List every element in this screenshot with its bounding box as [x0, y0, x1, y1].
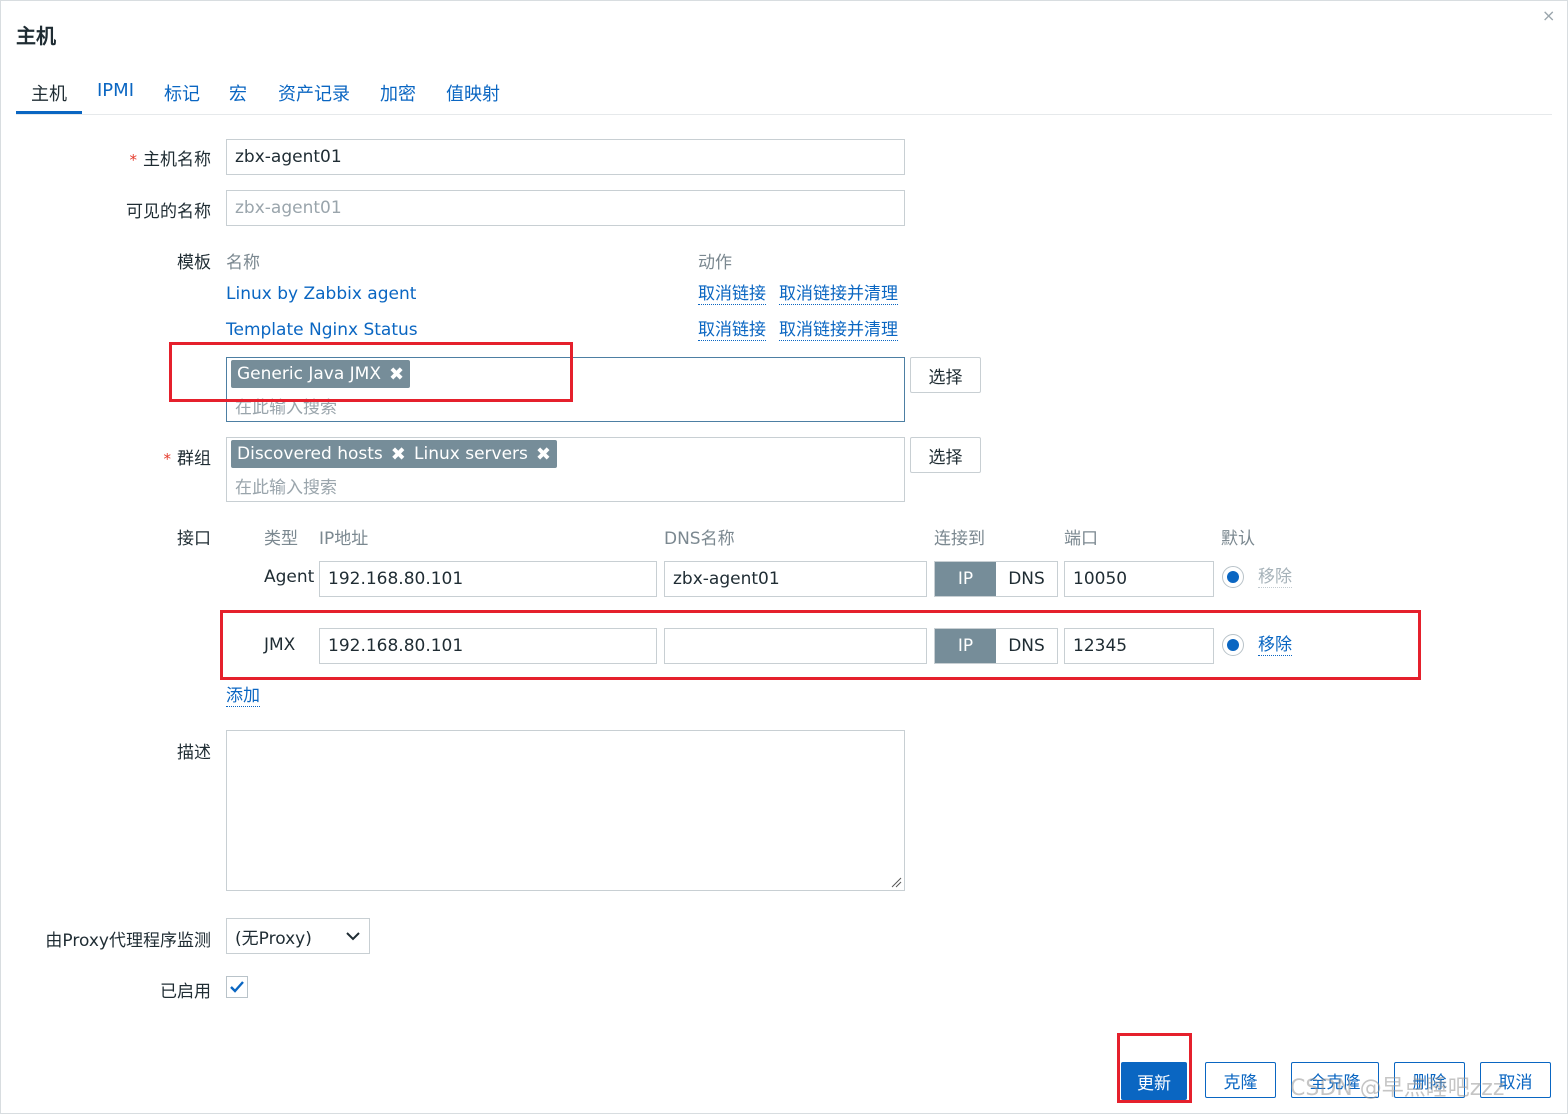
- close-icon[interactable]: ×: [1542, 6, 1555, 25]
- radio-dot: [1227, 571, 1239, 583]
- tab-host[interactable]: 主机: [31, 80, 67, 106]
- iface-default-radio[interactable]: [1222, 566, 1244, 588]
- group-chip: Linux servers ✖: [408, 440, 557, 468]
- interfaces-label: 接口: [177, 529, 211, 549]
- iface-col-default: 默认: [1221, 529, 1255, 549]
- templates-col-name: 名称: [226, 253, 260, 273]
- check-icon: [230, 981, 244, 993]
- watermark: CSDN @早点睡吧zzz: [1290, 1076, 1505, 1101]
- remove-chip-icon[interactable]: ✖: [536, 444, 551, 465]
- unlink-link[interactable]: 取消链接: [698, 284, 766, 305]
- unlink-clear-link[interactable]: 取消链接并清理: [779, 284, 898, 305]
- required-marker: *: [163, 450, 172, 468]
- description-label: 描述: [177, 743, 211, 763]
- enabled-label: 已启用: [160, 982, 211, 1002]
- highlight-box: [169, 342, 573, 402]
- chevron-down-icon: [346, 932, 360, 941]
- highlight-box: [1117, 1033, 1192, 1103]
- remove-chip-icon[interactable]: ✖: [391, 444, 406, 465]
- template-link-nginx[interactable]: Template Nginx Status: [226, 320, 418, 340]
- group-chip: Discovered hosts ✖: [231, 440, 412, 468]
- host-name-label: * 主机名称: [129, 150, 212, 170]
- description-textarea[interactable]: [226, 730, 905, 891]
- iface-dns-input[interactable]: zbx-agent01: [664, 561, 927, 597]
- unlink-link[interactable]: 取消链接: [698, 320, 766, 341]
- highlight-box: [220, 610, 1421, 680]
- tab-tags[interactable]: 标记: [164, 80, 200, 106]
- tab-inventory[interactable]: 资产记录: [278, 80, 350, 106]
- iface-remove-link: 移除: [1258, 567, 1292, 588]
- tab-ipmi[interactable]: IPMI: [97, 80, 134, 101]
- connect-dns-button[interactable]: DNS: [996, 562, 1057, 596]
- groups-multiselect[interactable]: Discovered hosts ✖ Linux servers ✖ 在此输入搜…: [226, 437, 905, 502]
- clone-button[interactable]: 克隆: [1205, 1062, 1276, 1098]
- iface-ip-input[interactable]: 192.168.80.101: [319, 561, 657, 597]
- iface-type-agent: Agent: [264, 567, 315, 587]
- iface-col-type: 类型: [264, 529, 298, 549]
- iface-col-connect: 连接到: [934, 529, 985, 549]
- tab-value-mapping[interactable]: 值映射: [446, 80, 500, 106]
- enabled-checkbox[interactable]: [226, 976, 248, 998]
- connect-ip-button[interactable]: IP: [935, 562, 996, 596]
- visible-name-input[interactable]: zbx-agent01: [226, 190, 905, 226]
- iface-col-port: 端口: [1064, 529, 1098, 549]
- dialog-title: 主机: [16, 24, 56, 48]
- add-interface-link[interactable]: 添加: [226, 686, 260, 707]
- group-select-button[interactable]: 选择: [910, 437, 981, 473]
- iface-col-ip: IP地址: [319, 529, 369, 549]
- tab-macros[interactable]: 宏: [229, 80, 247, 106]
- templates-col-action: 动作: [698, 253, 732, 273]
- tab-encryption[interactable]: 加密: [380, 80, 416, 106]
- tabs-divider: [16, 114, 1552, 115]
- group-search-input[interactable]: 在此输入搜索: [235, 473, 337, 498]
- host-name-input[interactable]: zbx-agent01: [226, 139, 905, 175]
- resize-handle-icon[interactable]: [890, 876, 902, 888]
- active-tab-indicator: [16, 111, 82, 114]
- template-select-button[interactable]: 选择: [910, 357, 981, 393]
- template-link-linux[interactable]: Linux by Zabbix agent: [226, 284, 416, 304]
- visible-name-label: 可见的名称: [126, 202, 211, 222]
- required-marker: *: [129, 151, 138, 169]
- templates-label: 模板: [177, 253, 211, 273]
- unlink-clear-link[interactable]: 取消链接并清理: [779, 320, 898, 341]
- groups-label: * 群组: [163, 449, 212, 469]
- proxy-label: 由Proxy代理程序监测: [45, 931, 211, 951]
- proxy-select[interactable]: (无Proxy): [226, 918, 370, 954]
- iface-port-input[interactable]: 10050: [1064, 561, 1214, 597]
- iface-connect-toggle: IP DNS: [934, 561, 1058, 597]
- iface-col-dns: DNS名称: [664, 529, 735, 549]
